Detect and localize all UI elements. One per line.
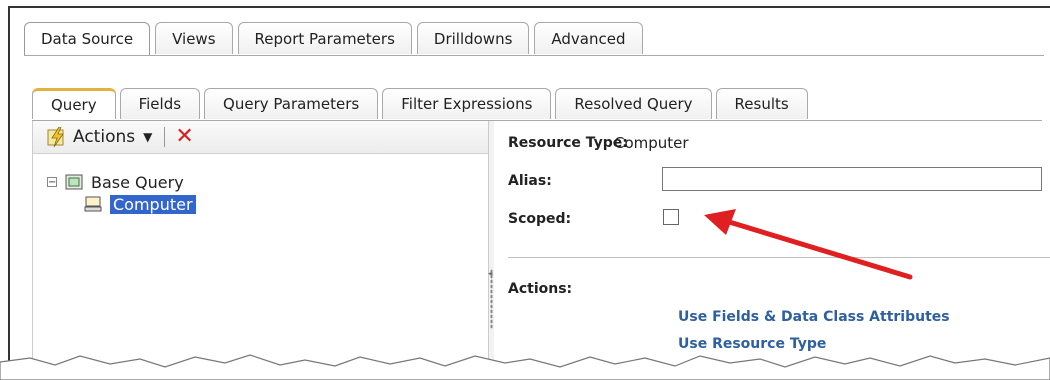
query-tree: − Base Query Computer bbox=[47, 171, 196, 215]
query-content-area: Actions ▼ ✕ − Base Query Computer Resour… bbox=[32, 120, 1050, 368]
tab-data-source[interactable]: Data Source bbox=[24, 22, 151, 56]
tab-advanced[interactable]: Advanced bbox=[534, 22, 643, 54]
tab-query[interactable]: Query bbox=[32, 88, 116, 119]
top-tab-bar: Data Source Views Report Parameters Dril… bbox=[24, 22, 648, 56]
tab-query-parameters[interactable]: Query Parameters bbox=[204, 88, 379, 119]
window-frame: Data Source Views Report Parameters Dril… bbox=[8, 6, 1050, 368]
tree-node-label-selected: Computer bbox=[110, 194, 196, 214]
chevron-down-icon[interactable]: ▼ bbox=[143, 130, 152, 144]
actions-menu-button[interactable]: Actions bbox=[73, 127, 135, 147]
tab-views[interactable]: Views bbox=[155, 22, 233, 54]
annotation-arrow-icon bbox=[704, 209, 913, 280]
tab-results[interactable]: Results bbox=[715, 88, 808, 119]
query-tree-pane: Actions ▼ ✕ − Base Query Computer bbox=[32, 121, 489, 368]
tab-drilldowns[interactable]: Drilldowns bbox=[416, 22, 530, 54]
node-details-pane: Resource Type: Computer Alias: Scoped: A… bbox=[494, 121, 1050, 368]
tree-toolbar: Actions ▼ ✕ bbox=[33, 121, 489, 154]
top-tab-divider bbox=[24, 55, 1044, 56]
tab-report-parameters[interactable]: Report Parameters bbox=[237, 22, 412, 54]
toolbar-separator bbox=[164, 127, 166, 147]
tab-fields[interactable]: Fields bbox=[119, 88, 201, 119]
actions-lightning-icon[interactable] bbox=[47, 127, 67, 147]
tab-resolved-query[interactable]: Resolved Query bbox=[555, 88, 712, 119]
tab-filter-expressions[interactable]: Filter Expressions bbox=[382, 88, 552, 119]
torn-edge-decoration bbox=[0, 354, 1050, 380]
inner-tab-bar: Query Fields Query Parameters Filter Exp… bbox=[32, 88, 812, 120]
splitter-grip[interactable] bbox=[490, 269, 493, 329]
tree-node-computer[interactable]: Computer bbox=[84, 193, 196, 215]
collapse-icon[interactable]: − bbox=[47, 177, 57, 188]
tree-node-label: Base Query bbox=[91, 172, 184, 192]
tree-node-base-query[interactable]: − Base Query bbox=[47, 171, 196, 193]
computer-icon bbox=[84, 196, 102, 212]
query-folder-icon bbox=[65, 174, 83, 190]
delete-x-icon[interactable]: ✕ bbox=[175, 126, 193, 148]
